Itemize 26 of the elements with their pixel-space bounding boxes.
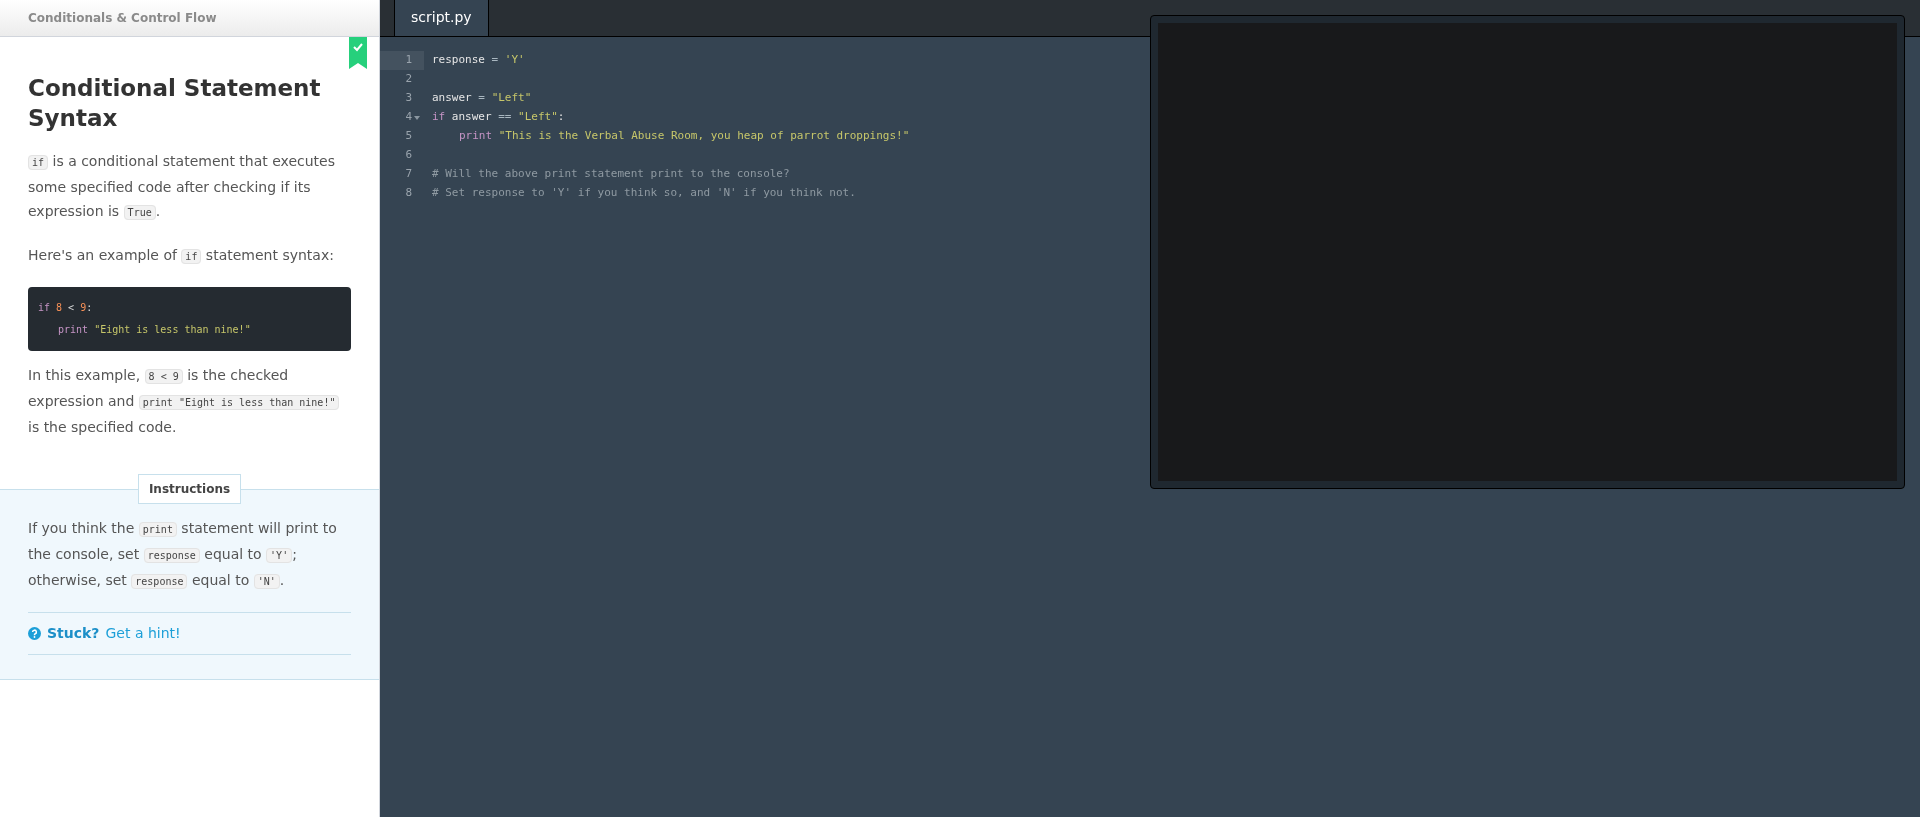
code-line: if answer == "Left": (432, 109, 565, 126)
code-comment: # Will the above print statement print to the console? (432, 166, 790, 183)
line-number: 8 (404, 185, 412, 202)
lesson-paragraph: if is a conditional statement that executes some specified code after checking if its expression is True . (28, 152, 337, 222)
line-number: 4 (404, 109, 412, 126)
code-line: print "This is the Verbal Abuse Room, you heap of parrot droppings!" (459, 128, 910, 145)
code-line: response = 'Y' (432, 52, 525, 69)
instructions-text: If you think the print statement will print to the console, set response equal to 'Y' ; otherwise, set response equal to 'N' . (28, 519, 338, 591)
line-number: 1 (404, 52, 412, 69)
breadcrumb-title: Conditionals & Control Flow (28, 10, 217, 27)
lesson-title: Conditional Statement Syntax (28, 74, 322, 133)
fold-caret-icon[interactable] (414, 115, 420, 120)
line-number: 6 (404, 147, 412, 164)
lesson-paragraph: In this example, 8 < 9 is the checked expression and print "Eight is less than nine!" is the specified code. (28, 363, 351, 439)
code-example: if 8 < 9: print "Eight is less than nine!" (28, 287, 351, 351)
hint-prompt: Stuck? (47, 624, 100, 643)
line-number: 7 (404, 166, 412, 183)
file-tab[interactable]: script.py (394, 0, 489, 36)
lesson-paragraph: Here's an example of if statement syntax: (28, 246, 335, 266)
code-comment: # Set response to 'Y' if you think so, and 'N' if you think not. (432, 185, 856, 202)
line-number: 2 (404, 71, 412, 88)
help-icon (28, 627, 41, 640)
instructions-label: Instructions (137, 474, 242, 504)
code-line: answer = "Left" (432, 90, 532, 107)
line-number: 5 (404, 128, 412, 145)
line-number: 3 (404, 90, 412, 107)
